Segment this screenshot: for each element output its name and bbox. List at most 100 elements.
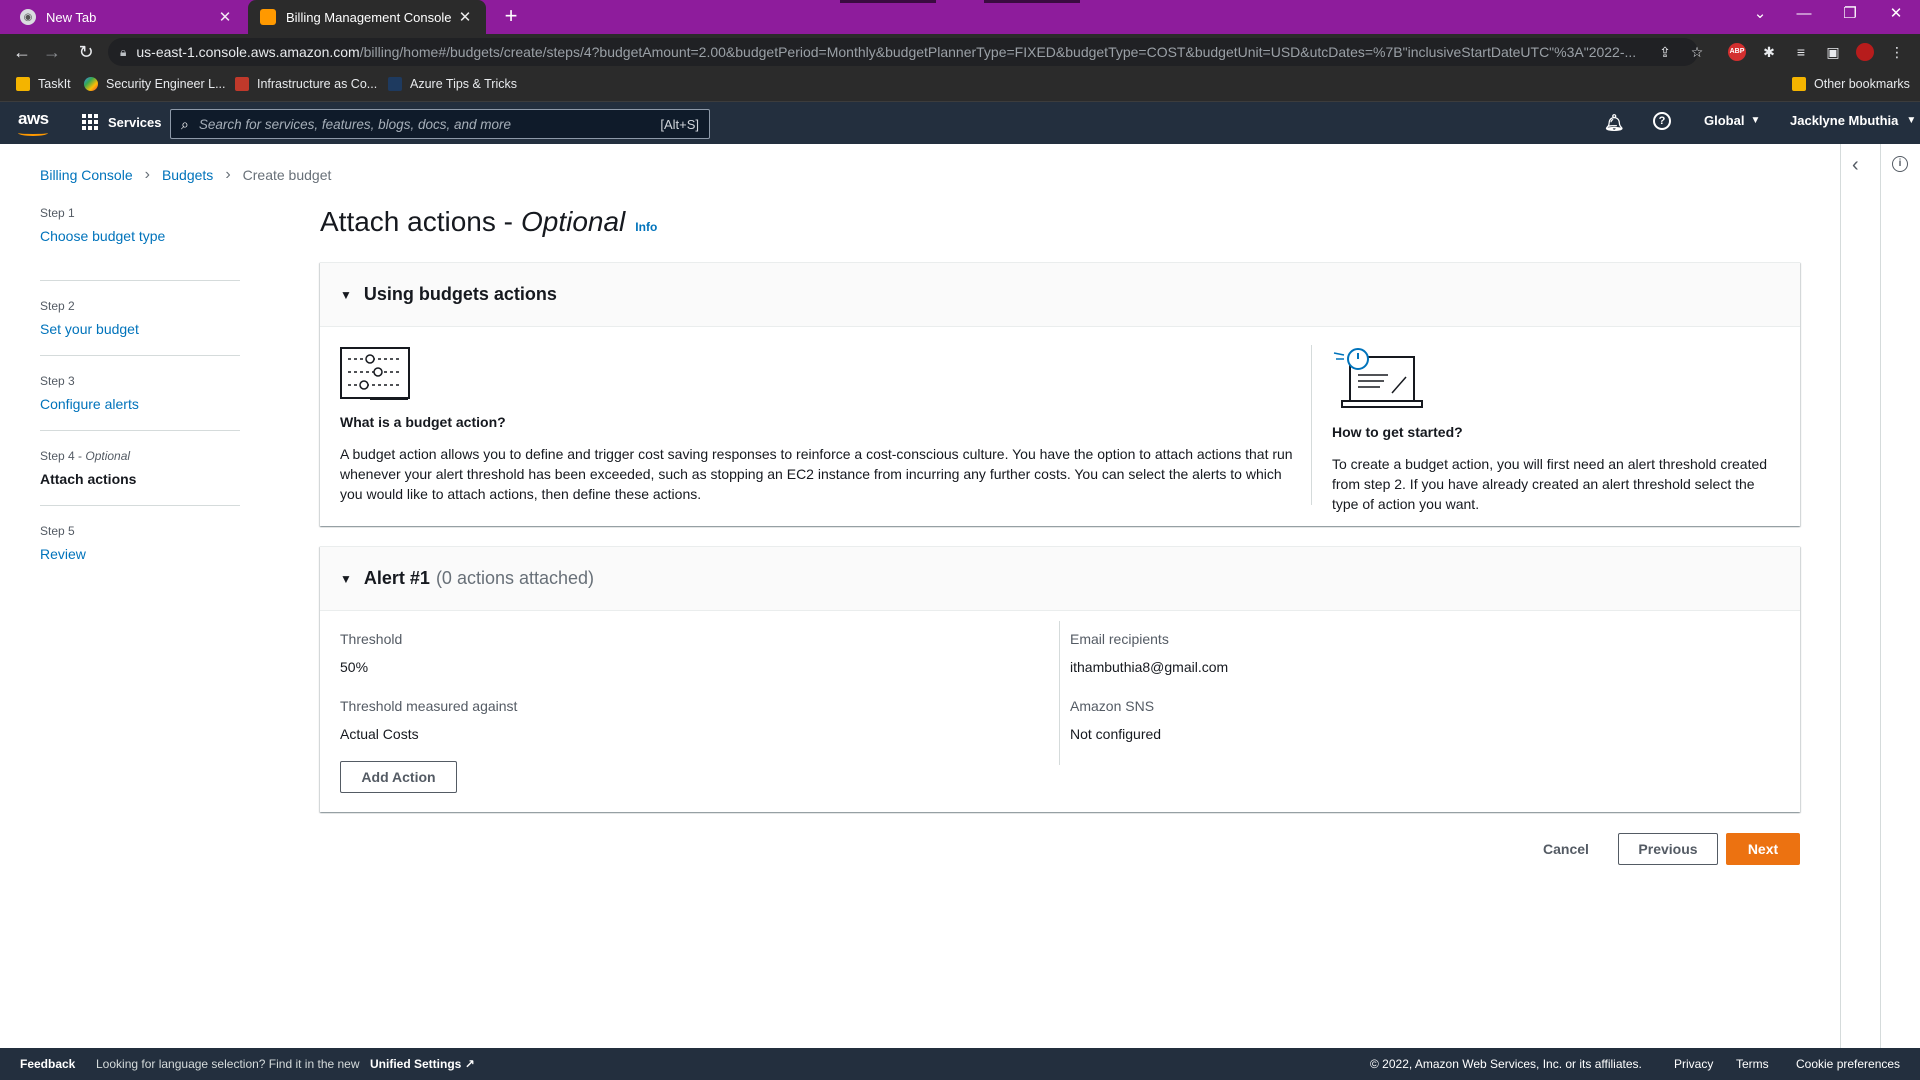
threshold-field: Threshold 50% [340, 631, 402, 675]
external-link-icon: ↗ [464, 1057, 475, 1071]
breadcrumb-current: Create budget [242, 167, 332, 183]
bookmark-infrastructure[interactable]: Infrastructure as Co... [235, 77, 377, 91]
step-link-configure-alerts[interactable]: Configure alerts [40, 396, 240, 412]
adblock-icon[interactable]: ABP [1728, 43, 1746, 61]
step-link-choose-budget-type[interactable]: Choose budget type [40, 228, 240, 244]
chrome-icon: ◉ [20, 9, 36, 25]
aws-logo[interactable]: aws [18, 109, 49, 136]
divider [1059, 621, 1060, 765]
minimize-button[interactable]: — [1782, 0, 1826, 30]
bookmark-label: Security Engineer L... [106, 77, 226, 91]
cancel-button[interactable]: Cancel [1530, 833, 1602, 865]
back-icon[interactable]: ← [10, 40, 34, 64]
tab-title: New Tab [46, 9, 97, 25]
share-icon[interactable]: ⇪ [1656, 43, 1674, 61]
wizard-step-2: Step 2 Set your budget [40, 281, 240, 356]
aws-search-input[interactable]: ⌕ Search for services, features, blogs, … [170, 109, 710, 139]
field-label: Email recipients [1070, 631, 1169, 647]
services-menu[interactable]: Services [82, 114, 162, 130]
step-optional-tag: Optional [85, 449, 131, 463]
unified-settings-link[interactable]: Unified Settings ↗ [370, 1057, 475, 1071]
search-placeholder: Search for services, features, blogs, do… [198, 116, 511, 132]
search-shortcut: [Alt+S] [660, 116, 699, 132]
bookmark-star-icon[interactable]: ☆ [1688, 43, 1706, 61]
region-selector[interactable]: Global ▼ [1704, 113, 1760, 128]
account-menu[interactable]: Jacklyne Mbuthia ▼ [1790, 113, 1916, 128]
tab-group-marker [840, 0, 936, 3]
address-bar[interactable]: 🔒︎ us-east-1.console.aws.amazon.com /bil… [108, 38, 1698, 66]
panel-header-toggle[interactable]: ▼ Alert #1 (0 actions attached) [320, 547, 1800, 611]
account-name: Jacklyne Mbuthia [1790, 113, 1899, 128]
unified-settings-label: Unified Settings [370, 1057, 462, 1071]
step-link-review[interactable]: Review [40, 546, 240, 562]
lock-icon: 🔒︎ [120, 44, 127, 59]
sliders-illustration-icon [340, 347, 410, 400]
privacy-link[interactable]: Privacy [1674, 1057, 1713, 1071]
page-title: Attach actions - Optional Info [320, 206, 657, 238]
next-button[interactable]: Next [1726, 833, 1800, 865]
media-icon[interactable]: ≡ [1792, 43, 1810, 61]
new-tab-button[interactable]: + [498, 4, 524, 30]
add-action-button[interactable]: Add Action [340, 761, 457, 793]
right-tools-rail: ‹ i [1840, 144, 1920, 1048]
breadcrumb-budgets[interactable]: Budgets [162, 167, 213, 183]
region-label: Global [1704, 113, 1745, 128]
panel-heading: Using budgets actions [363, 284, 557, 304]
notifications-bell-icon[interactable]: 🔔︎ [1604, 113, 1624, 133]
step-label: Step 4 - Optional [40, 449, 131, 463]
tab-new-tab[interactable]: ◉ New Tab ✕ [8, 0, 246, 34]
browser-toolbar: ← → ↻ 🔒︎ us-east-1.console.aws.amazon.co… [0, 34, 1920, 70]
folder-icon [1792, 77, 1806, 91]
url-path: /billing/home#/budgets/create/steps/4?bu… [359, 44, 1637, 60]
google-icon [84, 77, 98, 91]
tab-group-marker [984, 0, 1080, 3]
console-footer: Feedback Looking for language selection?… [0, 1048, 1920, 1080]
previous-button[interactable]: Previous [1618, 833, 1718, 865]
cookie-preferences-link[interactable]: Cookie preferences [1796, 1057, 1900, 1071]
tab-search-icon[interactable]: ⌄ [1738, 0, 1782, 30]
browser-tabstrip: ◉ New Tab ✕ Billing Management Console ✕… [0, 0, 1920, 34]
close-window-button[interactable]: ✕ [1874, 0, 1918, 30]
field-value: Actual Costs [340, 726, 419, 742]
profile-avatar[interactable] [1856, 43, 1874, 61]
extensions-icon[interactable]: ✱ [1760, 43, 1778, 61]
help-icon[interactable]: ? [1653, 112, 1671, 130]
search-icon: ⌕ [181, 115, 189, 132]
panel-header-toggle[interactable]: ▼ Using budgets actions [320, 263, 1800, 327]
wizard-step-1: Step 1 Choose budget type [40, 206, 240, 281]
feedback-link[interactable]: Feedback [20, 1057, 75, 1071]
bookmark-azure-tips[interactable]: Azure Tips & Tricks [388, 77, 517, 91]
terms-link[interactable]: Terms [1736, 1057, 1769, 1071]
page-title-optional: Optional [520, 206, 626, 237]
tab-billing-console[interactable]: Billing Management Console ✕ [248, 0, 486, 34]
aws-logo-text: aws [18, 109, 49, 128]
bookmark-label: Other bookmarks [1814, 77, 1910, 91]
other-bookmarks[interactable]: Other bookmarks [1792, 77, 1910, 91]
menu-icon[interactable]: ⋮ [1888, 43, 1906, 61]
wizard-steps: Step 1 Choose budget type Step 2 Set you… [40, 206, 240, 581]
close-tab-icon[interactable]: ✕ [216, 8, 234, 26]
forward-icon[interactable]: → [40, 40, 64, 64]
copyright-text: © 2022, Amazon Web Services, Inc. or its… [1370, 1057, 1642, 1071]
email-recipients-field: Email recipients ithambuthia8@gmail.com [1070, 631, 1228, 675]
info-link[interactable]: Info [635, 220, 657, 234]
amazon-sns-field: Amazon SNS Not configured [1070, 698, 1161, 742]
field-label: Threshold [340, 631, 403, 647]
reload-icon[interactable]: ↻ [74, 40, 98, 64]
alert-1-panel: ▼ Alert #1 (0 actions attached) Threshol… [320, 546, 1800, 812]
bookmark-label: Infrastructure as Co... [257, 77, 378, 91]
azure-icon [388, 77, 402, 91]
caret-down-icon: ▼ [1906, 115, 1917, 126]
what-is-budget-action-text: A budget action allows you to define and… [340, 446, 1293, 502]
field-value: 50% [340, 659, 369, 675]
restore-button[interactable]: ❐ [1828, 0, 1872, 30]
step-current-attach-actions: Attach actions [40, 471, 137, 487]
bookmark-security-engineer[interactable]: Security Engineer L... [84, 77, 226, 91]
step-link-set-your-budget[interactable]: Set your budget [40, 321, 240, 337]
breadcrumb-billing-console[interactable]: Billing Console [40, 167, 133, 183]
close-tab-icon[interactable]: ✕ [456, 8, 474, 26]
chevron-left-icon[interactable]: ‹ [1852, 154, 1859, 177]
side-panel-icon[interactable]: ▣ [1824, 43, 1842, 61]
info-circle-icon[interactable]: i [1892, 156, 1908, 172]
bookmark-taskit[interactable]: TaskIt [16, 77, 71, 91]
